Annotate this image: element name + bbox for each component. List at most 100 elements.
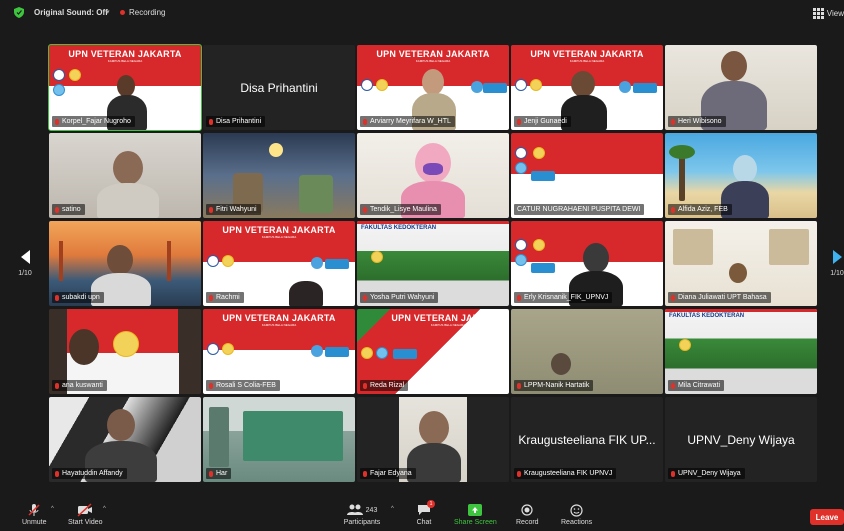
university-logo-icon (515, 239, 527, 251)
grid-view-icon (812, 8, 824, 19)
participant-name: Har (216, 470, 228, 477)
participant-tile[interactable]: UPN VETERAN JAKARTA KAMPUS BELA NEGARA K… (48, 44, 202, 131)
participant-tile[interactable]: FAKULTAS KEDOKTERAN Mila Citrawati (665, 309, 817, 394)
audio-options-caret-icon[interactable]: ^ (51, 506, 54, 512)
university-logo-icon (53, 69, 65, 81)
muted-mic-icon (363, 294, 367, 301)
participant-tile[interactable]: UPNV_Deny Wijaya UPNV_Deny Wijaya (665, 397, 817, 482)
participant-name-tag: Rachmi (206, 292, 244, 303)
participant-tile[interactable]: FAKULTAS KEDOKTERAN Yosha Putri Wahyuni (357, 221, 509, 306)
shield-icon[interactable] (14, 7, 24, 18)
participant-tile[interactable]: ana kuswanti (49, 309, 201, 394)
chat-label: Chat (416, 519, 432, 526)
participant-name: Rachmi (216, 294, 240, 301)
banner-ribbon (357, 221, 509, 224)
participant-head (733, 155, 757, 183)
participant-name-tag: Hayatuddin Affandy (52, 468, 127, 479)
muted-mic-icon (209, 118, 213, 125)
participant-head (113, 151, 143, 185)
emblem-logo-icon (533, 147, 545, 159)
participant-tile[interactable]: UPN VETERAN JAKARTA KAMPUS BELA NEGARA R… (203, 221, 355, 306)
start-video-button[interactable]: Start Video (68, 503, 103, 526)
muted-mic-icon (209, 470, 213, 477)
previous-page-button[interactable]: 1/10 (16, 223, 34, 303)
participant-name-tag: Fitri Wahyuni (206, 204, 261, 215)
participant-name-tag: Har (206, 468, 232, 479)
muted-mic-icon (671, 470, 675, 477)
view-button[interactable]: View (812, 8, 844, 19)
participant-name-tag: Disa Prihantini (206, 116, 266, 127)
participant-head (69, 329, 99, 365)
participant-tile[interactable]: Har (203, 397, 355, 482)
page-indicator-left: 1/10 (18, 269, 32, 277)
leave-button[interactable]: Leave (810, 509, 844, 525)
participant-tile[interactable]: Diana Juliawati UPT Bahasa (665, 221, 817, 306)
background-tree (209, 407, 229, 467)
recording-dot-icon (120, 10, 125, 15)
original-sound-label[interactable]: Original Sound: Off (34, 8, 108, 17)
banner-subtitle: KAMPUS BELA NEGARA (107, 59, 143, 63)
kampus-merdeka-logo-icon (483, 83, 507, 93)
participant-display-name: Disa Prihantini (240, 81, 318, 95)
banner-subtitle: KAMPUS BELA NEGARA (261, 323, 297, 327)
participant-tile[interactable]: Disa Prihantini Disa Prihantini (203, 45, 355, 130)
participant-tile[interactable]: UPN VETERAN JAKARTA KAMPUS BELA NEGARA R… (357, 309, 509, 394)
meeting-toolbar: Unmute ^ Start Video ^ 243 Participants … (0, 500, 844, 531)
chat-icon: 1 (416, 500, 435, 517)
participants-button[interactable]: 243 Participants (342, 503, 382, 526)
participant-tile[interactable]: UPN VETERAN JAKARTA KAMPUS BELA NEGARA R… (203, 309, 355, 394)
participant-head (419, 411, 449, 445)
emblem-logo-icon (376, 79, 388, 91)
participant-name: Fajar Edyana (370, 470, 412, 477)
participant-tile[interactable]: Heri Wibisono (665, 45, 817, 130)
participant-tile[interactable]: Alfida Aziz, FEB (665, 133, 817, 218)
blu-logo-icon (515, 254, 527, 266)
blu-logo-icon (311, 345, 323, 357)
reactions-button[interactable]: Reactions (561, 503, 592, 526)
blu-logo-icon (515, 162, 527, 174)
emblem-logo-icon (533, 239, 545, 251)
muted-mic-icon (671, 206, 675, 213)
participant-tile[interactable]: LPPM-Nanik Hartatik (511, 309, 663, 394)
participants-count: 243 (365, 506, 378, 514)
participant-name-tag: LPPM-Nanik Hartatik (514, 380, 594, 391)
participant-tile[interactable]: UPN VETERAN JAKARTA KAMPUS BELA NEGARA J… (511, 45, 663, 130)
participant-body (289, 281, 323, 306)
reactions-smiley-icon (569, 503, 585, 517)
participant-tile[interactable]: Fajar Edyana (357, 397, 509, 482)
kampus-merdeka-logo-icon (633, 83, 657, 93)
video-off-icon (77, 503, 93, 517)
participant-name-tag: Erly Krisnanik_FIK_UPNVJ (514, 292, 613, 303)
participant-tile[interactable]: Kraugusteeliana FIK UP... Kraugusteelian… (511, 397, 663, 482)
participant-head (422, 69, 444, 95)
emblem-logo-icon (69, 69, 81, 81)
participants-options-caret-icon[interactable]: ^ (391, 506, 394, 512)
participant-name-tag: Rosali S Colia-FEB (206, 380, 280, 391)
next-page-button[interactable]: 1/10 (828, 223, 844, 303)
participant-tile[interactable]: CATUR NUGRAHAENI PUSPITA DEWI (511, 133, 663, 218)
share-screen-button[interactable]: Share Screen (454, 503, 497, 526)
unmute-button[interactable]: Unmute (22, 503, 47, 526)
participant-tile[interactable]: Fitri Wahyuni (203, 133, 355, 218)
participant-tile[interactable]: satino (49, 133, 201, 218)
participant-name-tag: Diana Juliawati UPT Bahasa (668, 292, 771, 303)
chat-button[interactable]: 1 Chat (416, 500, 435, 526)
participant-name: Tendik_Lisye Maulina (370, 206, 437, 213)
record-button[interactable]: Record (516, 503, 539, 526)
muted-mic-icon (363, 118, 367, 125)
participant-tile[interactable]: subakdi upn (49, 221, 201, 306)
recording-indicator: Recording (120, 8, 165, 17)
participant-name: Hayatuddin Affandy (62, 470, 123, 477)
video-options-caret-icon[interactable]: ^ (103, 506, 106, 512)
participant-tile[interactable]: UPN VETERAN JAKARTA KAMPUS BELA NEGARA A… (357, 45, 509, 130)
blu-logo-icon (471, 81, 483, 93)
logo-group (515, 239, 527, 266)
participant-tile[interactable]: Erly Krisnanik_FIK_UPNVJ (511, 221, 663, 306)
participant-name: ana kuswanti (62, 382, 103, 389)
participant-tile[interactable]: Hayatuddin Affandy (49, 397, 201, 482)
sound-dropdown-caret-icon[interactable]: ▾ (106, 8, 110, 16)
muted-mic-icon (55, 118, 59, 125)
banner-ribbon (665, 309, 817, 312)
participant-name: UPNV_Deny Wijaya (678, 470, 741, 477)
participant-tile[interactable]: Tendik_Lisye Maulina (357, 133, 509, 218)
